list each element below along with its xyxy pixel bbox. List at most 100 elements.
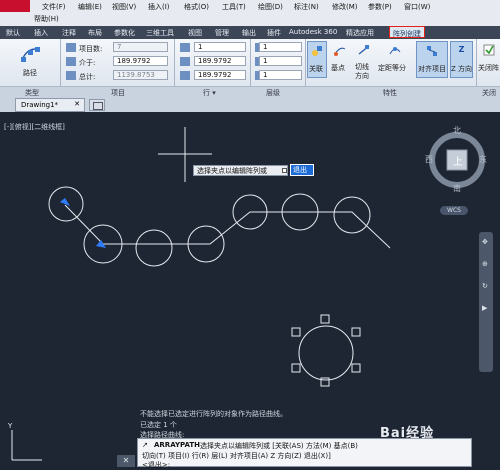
drawing-tab-label: Drawing1*: [21, 101, 59, 109]
menu-tools[interactable]: 工具(T): [222, 2, 246, 12]
zoom-icon[interactable]: ⊕: [482, 260, 488, 268]
tab-manage[interactable]: 管理: [215, 28, 229, 38]
items-total-field[interactable]: 1139.8753: [113, 70, 168, 80]
base-point-label: 基点: [331, 64, 345, 72]
path-array-icon[interactable]: [20, 44, 42, 64]
command-name: ARRAYPATH: [154, 441, 201, 449]
tangent-direction-button[interactable]: 切线 方向: [353, 41, 375, 86]
associative-icon: [311, 45, 323, 57]
close-array-icon: [483, 44, 495, 56]
rows-between-field[interactable]: 189.9792: [194, 56, 246, 66]
array-circles: [48, 186, 371, 267]
measure-button[interactable]: 定距等分: [378, 41, 412, 78]
menu-help[interactable]: 帮助(H): [34, 14, 59, 24]
align-items-button[interactable]: 对齐项目: [416, 41, 448, 78]
tab-parametric[interactable]: 参数化: [114, 28, 135, 38]
close-array-button[interactable]: 关闭阵: [478, 41, 500, 78]
levels-between-field[interactable]: 1: [259, 56, 302, 66]
items-between-label: 介于:: [79, 59, 96, 67]
viewcube-south[interactable]: 南: [453, 183, 461, 194]
dynamic-input-prompt: 选择夹点以编辑阵列或: [193, 165, 288, 176]
array-circle-7: [333, 196, 371, 234]
ucs-icon: [11, 430, 42, 461]
tangent-direction-label: 切线 方向: [355, 63, 369, 80]
history-line-1: 不能选择已选定进行阵列的对象作为路径曲线。: [140, 410, 287, 418]
new-drawing-icon: [93, 102, 103, 110]
baidu-watermark: Bai经验: [380, 426, 435, 441]
z-direction-label: Z 方向: [451, 65, 473, 73]
tab-insert[interactable]: 插入: [34, 28, 48, 38]
drawing-tab[interactable]: Drawing1* ✕: [15, 98, 85, 112]
tab-plugins[interactable]: 插件: [267, 28, 281, 38]
tab-annotate[interactable]: 注释: [62, 28, 76, 38]
array-path-polyline: [64, 204, 391, 249]
base-point-button[interactable]: 基点: [330, 41, 350, 78]
associative-button[interactable]: 关联: [307, 41, 327, 78]
tab-3d-tools[interactable]: 三维工具: [146, 28, 174, 38]
viewcube-west[interactable]: 西: [425, 154, 433, 165]
command-line[interactable]: ↗ ARRAYPATH 选择夹点以编辑阵列或 [关联(AS) 方法(M) 基点(…: [137, 438, 472, 469]
align-items-icon: [426, 45, 438, 57]
tab-featured-apps[interactable]: 精选应用: [346, 28, 374, 38]
ribbon-panel-titles: 类型 项目 行 ▾ 层级 特性 关闭: [0, 86, 500, 97]
viewcube-north[interactable]: 北: [453, 125, 461, 136]
items-count-icon: [66, 43, 76, 52]
tab-autodesk-360[interactable]: Autodesk 360: [289, 28, 337, 36]
associative-label: 关联: [309, 65, 323, 73]
menu-edit[interactable]: 编辑(E): [78, 2, 102, 12]
items-total-icon: [66, 71, 76, 80]
items-count-label: 项目数:: [79, 45, 103, 53]
viewcube-east[interactable]: 东: [479, 154, 487, 165]
array-grip-start: [60, 198, 70, 206]
command-prompt-line-2: 切向(T) 项目(I) 行(R) 层(L) 对齐项目(A) Z 方向(Z) 退出…: [142, 452, 331, 460]
command-prompt-line-1: 选择夹点以编辑阵列或 [关联(AS) 方法(M) 基点(B): [200, 442, 358, 450]
tab-layout[interactable]: 布局: [88, 28, 102, 38]
rows-count-field[interactable]: 1: [194, 42, 246, 52]
measure-icon: [389, 44, 401, 56]
menu-insert[interactable]: 插入(I): [148, 2, 170, 12]
levels-count-field[interactable]: 1: [259, 42, 302, 52]
viewcube[interactable]: 北 南 东 西 上: [425, 122, 489, 202]
align-items-label: 对齐项目: [418, 65, 446, 73]
wcs-menu[interactable]: WCS: [440, 206, 468, 215]
menu-modify[interactable]: 修改(M): [332, 2, 358, 12]
menu-format[interactable]: 格式(O): [184, 2, 209, 12]
command-line-close-icon[interactable]: ✕: [117, 455, 135, 467]
polar-object: [291, 314, 361, 387]
type-path-label: 路径: [23, 69, 37, 77]
dropdown-arrow-icon[interactable]: [282, 168, 287, 173]
navigation-bar[interactable]: ✥ ⊕ ↻ ▶: [479, 232, 493, 372]
menu-parametric[interactable]: 参数(P): [368, 2, 392, 12]
menu-window[interactable]: 窗口(W): [404, 2, 430, 12]
tab-default[interactable]: 默认: [6, 28, 20, 38]
tangent-direction-icon: [358, 44, 370, 56]
menu-file[interactable]: 文件(F): [42, 2, 66, 12]
viewcube-top-face[interactable]: 上: [453, 153, 463, 168]
levels-total-field[interactable]: 1: [259, 70, 302, 80]
z-direction-button[interactable]: Z Z 方向: [450, 41, 473, 78]
tab-view[interactable]: 视图: [188, 28, 202, 38]
menu-draw[interactable]: 绘图(D): [258, 2, 283, 12]
z-direction-icon: Z: [458, 45, 465, 54]
menu-dimension[interactable]: 标注(N): [294, 2, 319, 12]
autocad-logo[interactable]: [0, 0, 30, 12]
command-prompt-line-3: <退出>:: [142, 461, 171, 469]
tab-close-icon[interactable]: ✕: [74, 100, 80, 108]
ucs-y-axis-label: Y: [7, 422, 13, 430]
rows-total-field[interactable]: 189.9792: [194, 70, 246, 80]
items-count-field[interactable]: 7: [113, 42, 168, 52]
tab-array-creation[interactable]: 阵列创建: [389, 26, 425, 38]
new-tab-button[interactable]: [89, 99, 105, 111]
history-line-2: 已选定 1 个: [140, 421, 177, 429]
array-circle-3: [135, 229, 173, 267]
dynamic-input-field[interactable]: 退出: [290, 164, 314, 176]
rows-between-icon: [180, 57, 190, 66]
ribbon-tab-bar: 默认 插入 注释 布局 参数化 三维工具 视图 管理 输出 插件 Autodes…: [0, 26, 500, 63]
items-between-field[interactable]: 189.9792: [113, 56, 168, 66]
tab-output[interactable]: 输出: [242, 28, 256, 38]
orbit-icon[interactable]: ↻: [482, 282, 488, 290]
menu-view[interactable]: 视图(V): [112, 2, 136, 12]
base-point-icon: [334, 44, 346, 56]
pan-icon[interactable]: ✥: [482, 238, 488, 246]
showmotion-icon[interactable]: ▶: [482, 304, 487, 312]
